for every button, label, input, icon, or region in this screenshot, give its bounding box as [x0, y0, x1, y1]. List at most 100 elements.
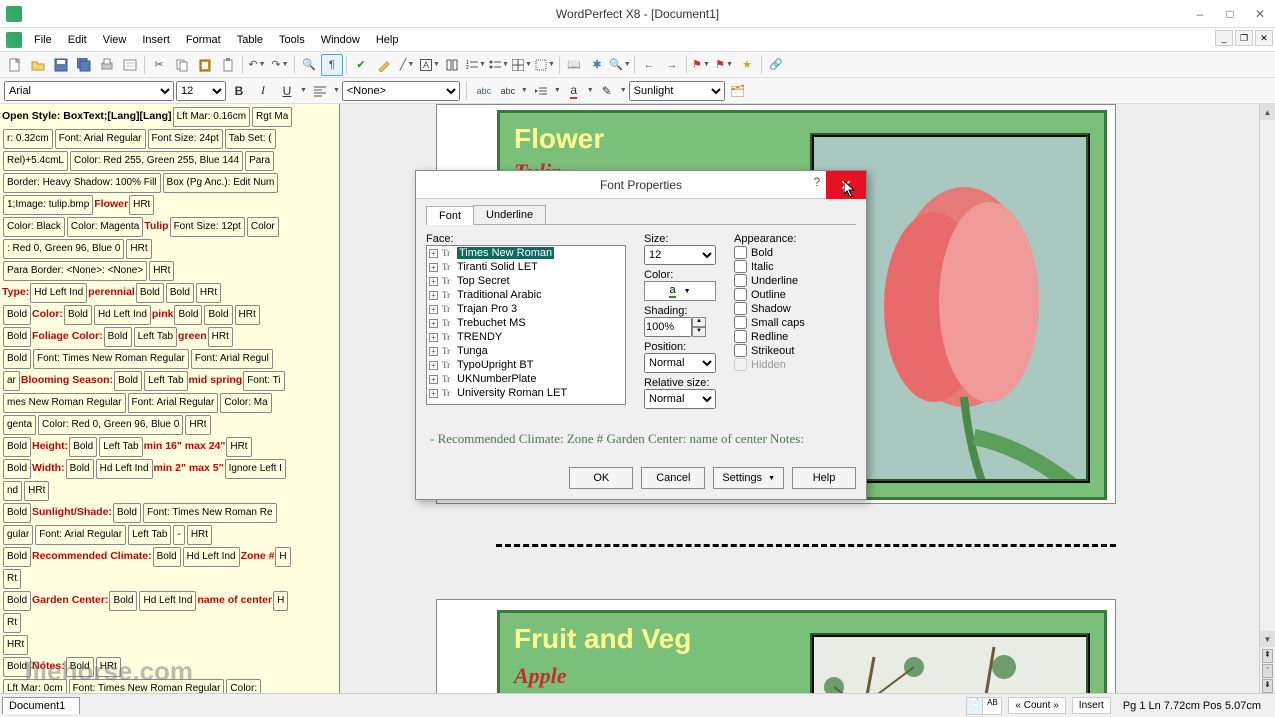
font-color-button[interactable]: a	[563, 80, 585, 102]
reveal-code[interactable]: nd	[3, 481, 22, 501]
page-down-button[interactable]: ⇟	[1262, 679, 1273, 693]
reveal-code[interactable]: Box (Pg Anc.): Edit Num	[163, 173, 279, 193]
abc-button[interactable]: abc	[497, 80, 519, 102]
save-all-button[interactable]	[73, 54, 95, 76]
font-face-item[interactable]: +TrUniversity Roman LET	[427, 386, 625, 400]
reveal-code[interactable]: ar	[3, 371, 20, 391]
reveal-code[interactable]: HRt	[24, 481, 49, 501]
ok-button[interactable]: OK	[569, 467, 633, 489]
view-mode-buttons[interactable]: 📄 AB	[966, 697, 1002, 715]
reveal-code[interactable]: Color: Ma	[220, 393, 271, 413]
page-up-button[interactable]: ⇞	[1262, 649, 1273, 663]
font-face-item[interactable]: +TrTrebuchet MS	[427, 316, 625, 330]
back-button[interactable]: ←	[638, 54, 660, 76]
tree-expand-icon[interactable]: +	[429, 375, 438, 384]
reveal-code[interactable]: Bold	[136, 283, 164, 303]
find-button[interactable]: 🔍	[298, 54, 320, 76]
reveal-code[interactable]: Bold	[204, 305, 232, 325]
appearance-redline[interactable]: Redline	[734, 330, 856, 343]
reveal-code[interactable]: HRt	[185, 415, 210, 435]
appearance-outline[interactable]: Outline	[734, 288, 856, 301]
print-preview-button[interactable]	[119, 54, 141, 76]
reveal-code[interactable]: Bold	[114, 371, 142, 391]
save-button[interactable]	[50, 54, 72, 76]
reveal-code[interactable]: Bold	[153, 547, 181, 567]
reveal-code[interactable]: Rt	[3, 613, 21, 633]
help-button[interactable]: Help	[792, 467, 856, 489]
tree-expand-icon[interactable]: +	[429, 319, 438, 328]
appearance-small-caps[interactable]: Small caps	[734, 316, 856, 329]
shading-down-button[interactable]: ▼	[692, 327, 706, 337]
mdi-restore-button[interactable]: ❐	[1235, 30, 1253, 46]
reveal-code[interactable]: mes New Roman Regular	[3, 393, 126, 413]
reveal-code[interactable]: Font: Times New Roman Regular	[33, 349, 189, 369]
minimize-button[interactable]: –	[1185, 3, 1215, 25]
tree-expand-icon[interactable]: +	[429, 347, 438, 356]
color-picker[interactable]: a▼	[644, 281, 716, 301]
close-button[interactable]: ✕	[1245, 3, 1275, 25]
count-indicator[interactable]: « Count »	[1008, 697, 1065, 714]
reveal-code[interactable]: Bold	[3, 591, 31, 611]
copy-button[interactable]	[171, 54, 193, 76]
tree-expand-icon[interactable]: +	[429, 291, 438, 300]
reveal-code[interactable]: Rt	[3, 569, 21, 589]
reveal-code[interactable]: Bold	[3, 547, 31, 567]
link-button[interactable]: 🔗	[765, 54, 787, 76]
reveal-code[interactable]: Bold	[69, 437, 97, 457]
tree-expand-icon[interactable]: +	[429, 389, 438, 398]
reveal-code[interactable]: Bold	[3, 327, 31, 347]
dialog-close-button[interactable]: ✕	[826, 171, 866, 199]
line-color-button[interactable]: ╱▼	[396, 54, 418, 76]
reveal-code[interactable]: Bold	[3, 305, 31, 325]
reveal-code[interactable]: Font: Arial Regular	[35, 525, 126, 545]
view-mode-1-icon[interactable]: 📄	[967, 698, 983, 714]
tab-underline[interactable]: Underline	[473, 205, 546, 224]
reveal-code[interactable]: Hd Left Ind	[94, 305, 151, 325]
scroll-up-button[interactable]: ▲	[1260, 104, 1275, 120]
bold-button[interactable]: B	[228, 80, 250, 102]
font-face-item[interactable]: +TrTypoUpright BT	[427, 358, 625, 372]
reveal-code[interactable]: gular	[3, 525, 33, 545]
appearance-underline[interactable]: Underline	[734, 274, 856, 287]
appearance-checkbox[interactable]	[734, 344, 747, 357]
reveal-code[interactable]: Bold	[3, 459, 31, 479]
reveal-code[interactable]: Ignore Left I	[225, 459, 286, 479]
tree-expand-icon[interactable]: +	[429, 333, 438, 342]
redo-button[interactable]: ↷▼	[269, 54, 291, 76]
highlight-button[interactable]: ✎	[596, 80, 618, 102]
autoformat-button[interactable]	[373, 54, 395, 76]
reveal-code[interactable]: Color	[247, 217, 279, 237]
columns-button[interactable]	[442, 54, 464, 76]
appearance-checkbox[interactable]	[734, 288, 747, 301]
reveal-code[interactable]: Color: Red 255, Green 255, Blue 144	[70, 151, 243, 171]
appearance-checkbox[interactable]	[734, 274, 747, 287]
reveal-code[interactable]: genta	[3, 415, 36, 435]
appearance-checkbox[interactable]	[734, 358, 747, 371]
cut-button[interactable]: ✂	[148, 54, 170, 76]
text-box-button[interactable]: A▼	[419, 54, 441, 76]
shading-up-button[interactable]: ▲	[692, 317, 706, 327]
reveal-code[interactable]: Font: Times New Roman Re	[143, 503, 277, 523]
appearance-checkbox[interactable]	[734, 302, 747, 315]
tree-expand-icon[interactable]: +	[429, 249, 438, 258]
macro1-button[interactable]: ⚑▼	[690, 54, 712, 76]
font-face-listbox[interactable]: +TrTimes New Roman+TrTiranti Solid LET+T…	[426, 245, 626, 405]
appearance-checkbox[interactable]	[734, 260, 747, 273]
tree-expand-icon[interactable]: +	[429, 263, 438, 272]
insert-object-button[interactable]: 🗂	[727, 80, 749, 102]
macro2-button[interactable]: ⚑▼	[713, 54, 735, 76]
cancel-button[interactable]: Cancel	[641, 467, 705, 489]
shading-input[interactable]	[644, 317, 692, 337]
reveal-code[interactable]: Color: Red 0, Green 96, Blue 0	[38, 415, 183, 435]
font-size-selector[interactable]: 12	[176, 81, 226, 101]
reveal-code[interactable]: Color:	[226, 679, 261, 693]
reveal-code[interactable]: Para	[245, 151, 274, 171]
maximize-button[interactable]: □	[1215, 3, 1245, 25]
reveal-code[interactable]: Bold	[174, 305, 202, 325]
menu-insert[interactable]: Insert	[134, 32, 178, 48]
document-tab[interactable]: Document1	[2, 697, 80, 714]
reveal-code[interactable]: Bold	[3, 503, 31, 523]
font-face-item[interactable]: +TrTunga	[427, 344, 625, 358]
bullets-button[interactable]: ▼	[488, 54, 510, 76]
appearance-checkbox[interactable]	[734, 330, 747, 343]
